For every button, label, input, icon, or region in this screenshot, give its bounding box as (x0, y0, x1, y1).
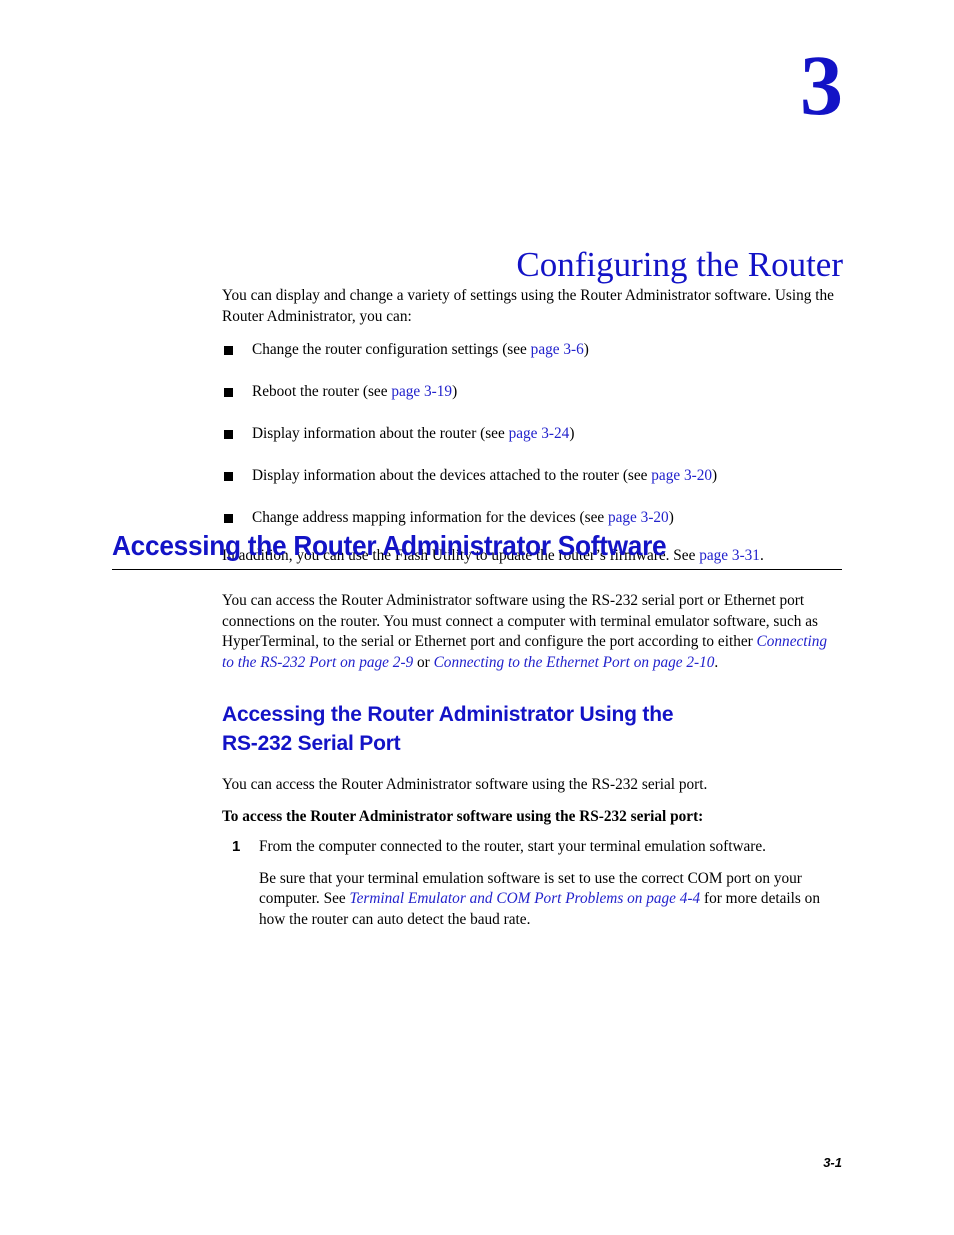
page-reference-link[interactable]: page 3-6 (531, 341, 584, 358)
bullet-text-after: ) (583, 341, 589, 358)
bullet-text-before: Change address mapping information for t… (252, 509, 608, 526)
list-item: Display information about the devices at… (222, 466, 842, 486)
chapter-number: 3 (800, 37, 843, 133)
cross-reference-link-terminal-emulator[interactable]: Terminal Emulator and COM Port Problems … (349, 890, 700, 907)
list-item: Change address mapping information for t… (222, 508, 842, 528)
page-reference-link[interactable]: page 3-20 (651, 467, 712, 484)
section-content-block: You can access the Router Administrator … (222, 591, 842, 930)
bullet-text-after: ) (452, 383, 458, 400)
page-reference-link[interactable]: page 3-20 (608, 509, 669, 526)
bullet-text-before: Reboot the router (see (252, 383, 392, 400)
bullet-text-after: ) (668, 509, 674, 526)
step-text: From the computer connected to the route… (259, 838, 767, 855)
subsection-heading: Accessing the Router Administrator Using… (222, 700, 842, 758)
between-links-text: or (413, 653, 434, 671)
bullet-text-after: ) (712, 467, 718, 484)
cross-reference-link-ethernet[interactable]: Connecting to the Ethernet Port on page … (434, 654, 715, 671)
procedure-lead-in: To access the Router Administrator softw… (222, 807, 704, 825)
bullet-text-before: Display information about the router (se… (252, 425, 509, 442)
list-item: Change the router configuration settings… (222, 340, 842, 360)
intro-paragraph: You can display and change a variety of … (222, 287, 834, 325)
subsection-paragraph: You can access the Router Administrator … (222, 776, 708, 793)
intro-content-block: You can display and change a variety of … (222, 286, 842, 567)
step-sub-paragraph: Be sure that your terminal emulation sof… (259, 869, 842, 931)
list-item: Display information about the router (se… (222, 424, 842, 444)
square-bullet-icon (224, 388, 233, 397)
bullet-text-before: Change the router configuration settings… (252, 341, 531, 358)
bullet-text-after: ) (569, 425, 575, 442)
footer-page-number: 3-1 (823, 1155, 842, 1170)
step-number: 1 (232, 838, 241, 855)
section-paragraph: You can access the Router Administrator … (222, 591, 842, 673)
chapter-title: Configuring the Router (516, 245, 843, 285)
section-heading-block: Accessing the Router Administrator Softw… (112, 531, 842, 570)
subsection-heading-line1: Accessing the Router Administrator Using… (222, 703, 674, 726)
page-reference-link[interactable]: page 3-24 (509, 425, 570, 442)
document-page: 3 Configuring the Router You can display… (0, 0, 954, 1235)
subsection-heading-line2: RS-232 Serial Port (222, 732, 401, 755)
heading-rule-divider (112, 568, 842, 570)
square-bullet-icon (224, 346, 233, 355)
procedure-step: 1 From the computer connected to the rou… (222, 837, 842, 930)
section-text-before: You can access the Router Administrator … (222, 592, 819, 650)
square-bullet-icon (224, 430, 233, 439)
square-bullet-icon (224, 514, 233, 523)
bullet-text-before: Display information about the devices at… (252, 467, 652, 484)
square-bullet-icon (224, 472, 233, 481)
feature-bullet-list: Change the router configuration settings… (222, 340, 842, 528)
list-item: Reboot the router (see page 3-19) (222, 382, 842, 402)
section-text-after: . (714, 653, 719, 671)
page-reference-link[interactable]: page 3-19 (391, 383, 452, 400)
section-heading: Accessing the Router Administrator Softw… (112, 530, 667, 561)
